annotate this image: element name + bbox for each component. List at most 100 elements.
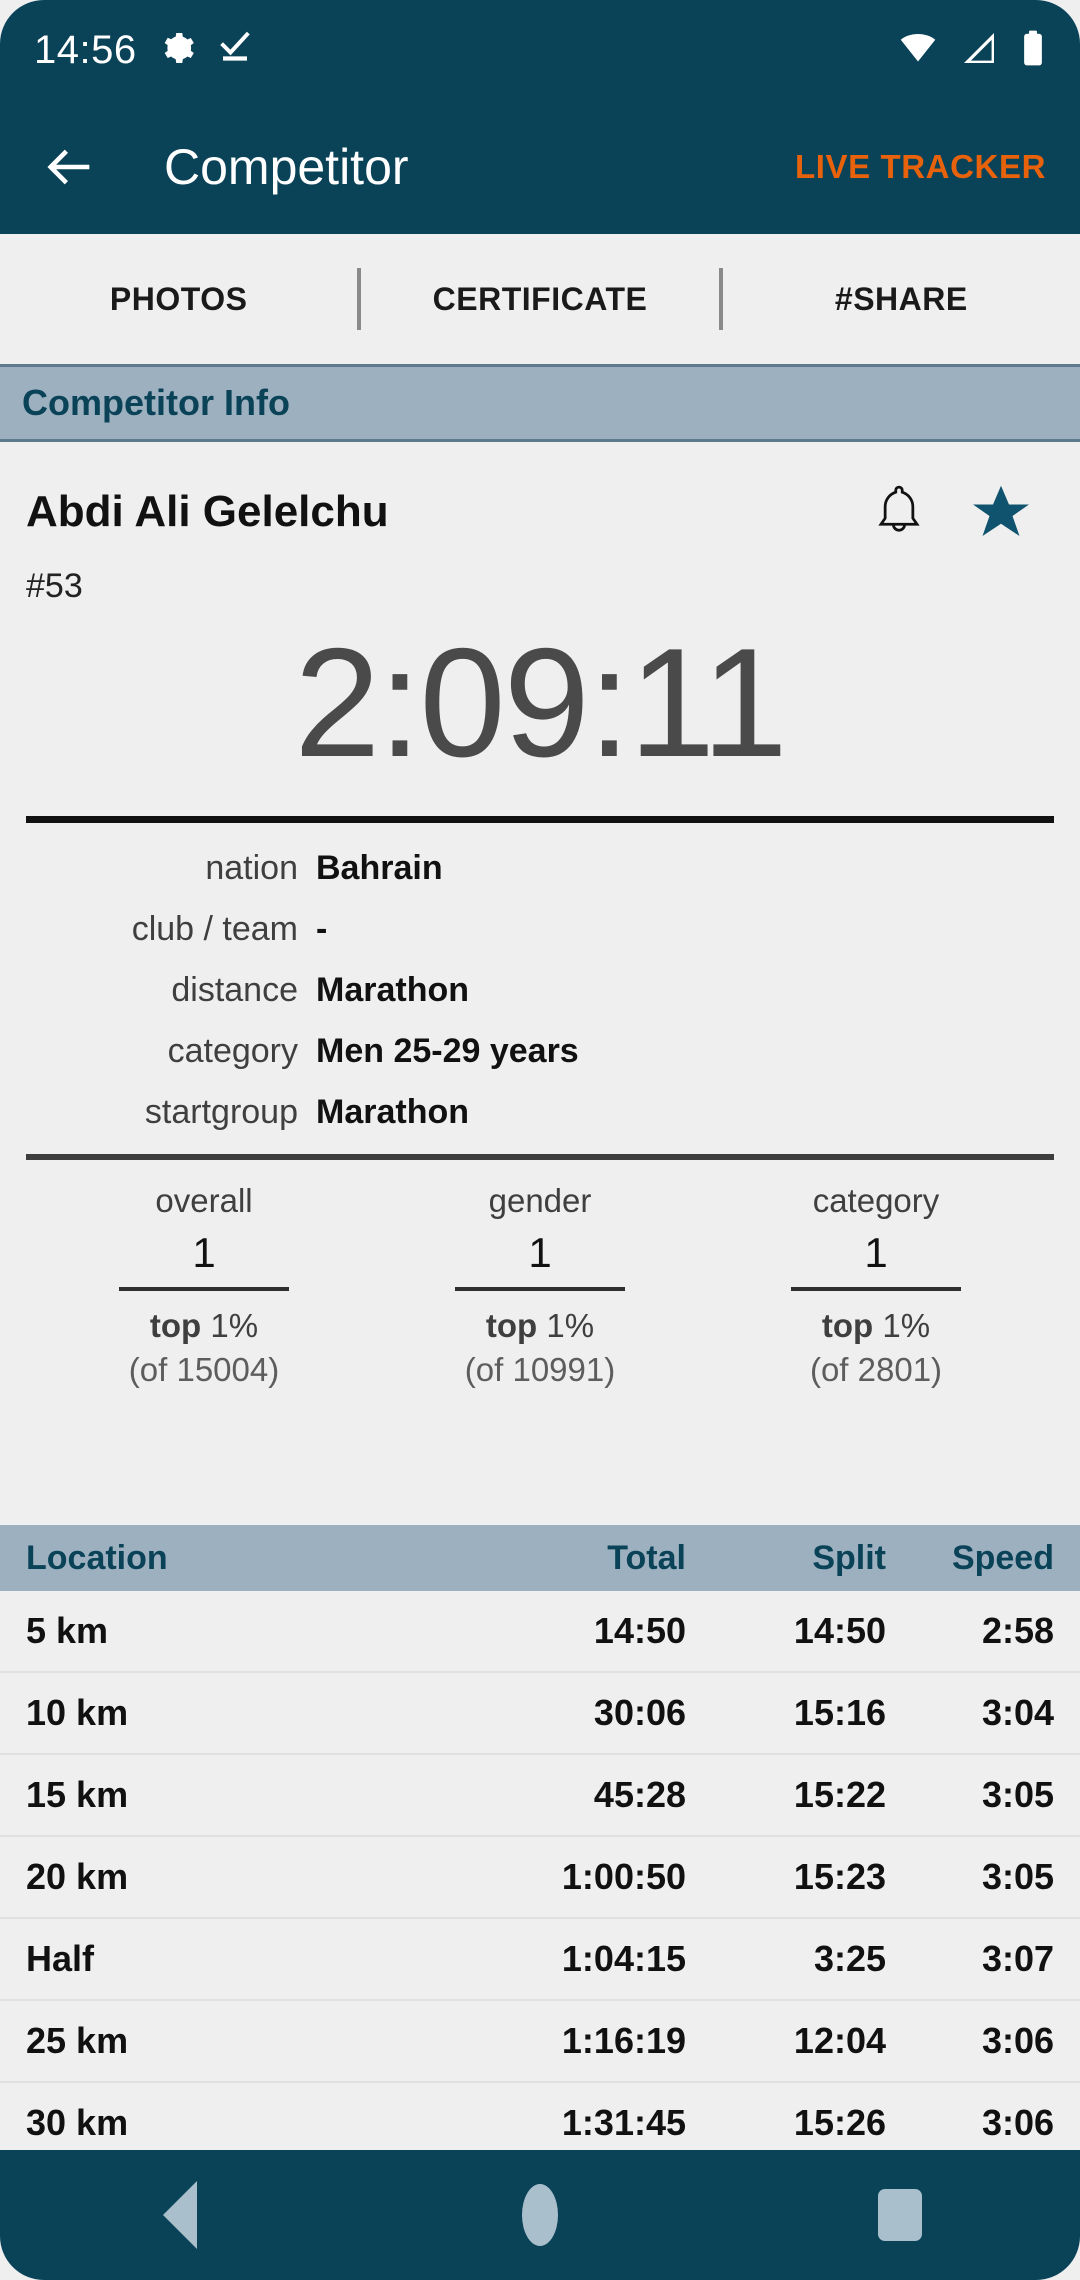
circle-home-icon bbox=[522, 2184, 558, 2246]
cell-location: 30 km bbox=[26, 2102, 129, 2143]
detail-label: club / team bbox=[131, 909, 298, 948]
page-title: Competitor bbox=[164, 139, 409, 195]
detail-value: Marathon bbox=[316, 970, 469, 1009]
gear-icon bbox=[159, 30, 195, 71]
competitor-card: Abdi Ali Gelelchu #53 2:09:11 nation Bah… bbox=[0, 442, 1080, 1389]
competitor-info-header: Competitor Info bbox=[0, 364, 1080, 442]
cell-total: 1:00:50 bbox=[561, 1856, 686, 1897]
detail-value: - bbox=[316, 909, 328, 948]
ranking-top-percent: top 1% bbox=[708, 1307, 1044, 1345]
cell-speed: 3:05 bbox=[981, 1856, 1054, 1897]
ranking-category: category 1 top 1% (of 2801) bbox=[708, 1182, 1044, 1389]
detail-row: club / team - bbox=[26, 910, 1054, 949]
tab-certificate[interactable]: CERTIFICATE bbox=[361, 234, 718, 364]
star-icon[interactable] bbox=[970, 482, 1032, 542]
cell-location: 5 km bbox=[26, 1610, 109, 1651]
nav-back-button[interactable] bbox=[120, 2150, 240, 2280]
column-header-total: Total bbox=[607, 1538, 686, 1577]
tab-bar: PHOTOS CERTIFICATE #SHARE bbox=[0, 234, 1080, 364]
bib-number: #53 bbox=[26, 567, 83, 605]
cell-speed: 3:06 bbox=[981, 2020, 1054, 2061]
ranking-label: overall bbox=[155, 1181, 253, 1219]
cell-location: 10 km bbox=[26, 1692, 129, 1733]
triangle-back-icon bbox=[163, 2181, 197, 2249]
status-bar-right bbox=[898, 29, 1046, 72]
ranking-divider bbox=[455, 1286, 625, 1291]
table-row[interactable]: 15 km 45:28 15:22 3:05 bbox=[0, 1755, 1080, 1837]
ranking-top-value: 1% bbox=[546, 1306, 595, 1344]
detail-row: startgroup Marathon bbox=[26, 1093, 1054, 1132]
ranking-top-percent: top 1% bbox=[36, 1307, 372, 1345]
checkmark-underline-icon bbox=[217, 30, 253, 71]
cell-split: 15:16 bbox=[793, 1692, 886, 1733]
nav-recents-button[interactable] bbox=[840, 2150, 960, 2280]
status-bar: 14:56 bbox=[0, 0, 1080, 100]
back-arrow-icon bbox=[47, 149, 90, 185]
cell-location: Half bbox=[26, 1938, 95, 1979]
cell-total: 14:50 bbox=[593, 1610, 686, 1651]
cell-location: 15 km bbox=[26, 1774, 129, 1815]
tab-share[interactable]: #SHARE bbox=[723, 234, 1080, 364]
nav-home-button[interactable] bbox=[480, 2150, 600, 2280]
detail-label: startgroup bbox=[144, 1092, 298, 1131]
ranking-top-value: 1% bbox=[210, 1306, 259, 1344]
detail-row: category Men 25-29 years bbox=[26, 1032, 1054, 1071]
phone-screen: 14:56 Competitor LIVE TRACKER PHOTOS CER… bbox=[0, 0, 1080, 2280]
ranking-place: 1 bbox=[192, 1228, 216, 1276]
competitor-name: Abdi Ali Gelelchu bbox=[26, 487, 389, 536]
detail-value: Marathon bbox=[316, 1092, 469, 1131]
cell-total: 30:06 bbox=[593, 1692, 686, 1733]
cell-speed: 3:06 bbox=[981, 2102, 1054, 2143]
cell-split: 15:23 bbox=[793, 1856, 886, 1897]
divider-bottom bbox=[26, 1153, 1054, 1160]
ranking-total: (of 10991) bbox=[464, 1350, 616, 1388]
cell-location: 20 km bbox=[26, 1856, 129, 1897]
ranking-divider bbox=[791, 1286, 961, 1291]
cell-speed: 3:04 bbox=[981, 1692, 1054, 1733]
back-button[interactable] bbox=[34, 131, 106, 203]
cell-split: 12:04 bbox=[793, 2020, 886, 2061]
detail-label: nation bbox=[205, 848, 298, 887]
cell-total: 45:28 bbox=[593, 1774, 686, 1815]
cell-speed: 3:05 bbox=[981, 1774, 1054, 1815]
detail-value: Bahrain bbox=[316, 848, 443, 887]
column-header-location: Location bbox=[26, 1538, 168, 1577]
table-row[interactable]: 10 km 30:06 15:16 3:04 bbox=[0, 1673, 1080, 1755]
live-tracker-button[interactable]: LIVE TRACKER bbox=[795, 148, 1046, 186]
cell-speed: 2:58 bbox=[981, 1610, 1054, 1651]
detail-row: nation Bahrain bbox=[26, 849, 1054, 888]
system-nav-bar bbox=[0, 2150, 1080, 2280]
table-row[interactable]: Half 1:04:15 3:25 3:07 bbox=[0, 1919, 1080, 2001]
competitor-name-row: Abdi Ali Gelelchu bbox=[26, 482, 1054, 542]
column-header-speed: Speed bbox=[951, 1538, 1054, 1577]
table-row[interactable]: 25 km 1:16:19 12:04 3:06 bbox=[0, 2001, 1080, 2083]
cell-split: 14:50 bbox=[793, 1610, 886, 1651]
cell-total: 1:16:19 bbox=[561, 2020, 686, 2061]
detail-row: distance Marathon bbox=[26, 971, 1054, 1010]
detail-label: distance bbox=[171, 970, 298, 1009]
competitor-details: nation Bahrain club / team - distance Ma… bbox=[26, 849, 1054, 1132]
ranking-top-word: top bbox=[485, 1306, 547, 1344]
cell-location: 25 km bbox=[26, 2020, 129, 2061]
ranking-place: 1 bbox=[528, 1228, 552, 1276]
status-clock: 14:56 bbox=[34, 27, 137, 72]
ranking-top-percent: top 1% bbox=[372, 1307, 708, 1345]
detail-value: Men 25-29 years bbox=[316, 1031, 579, 1070]
bell-icon[interactable] bbox=[870, 482, 928, 542]
cell-split: 15:26 bbox=[793, 2102, 886, 2143]
competitor-actions bbox=[870, 482, 1054, 542]
ranking-total: (of 15004) bbox=[128, 1350, 280, 1388]
status-bar-left: 14:56 bbox=[34, 28, 253, 73]
ranking-label: category bbox=[812, 1181, 940, 1219]
wifi-icon bbox=[898, 30, 938, 71]
table-row[interactable]: 20 km 1:00:50 15:23 3:05 bbox=[0, 1837, 1080, 1919]
tab-photos[interactable]: PHOTOS bbox=[0, 234, 357, 364]
battery-icon bbox=[1020, 29, 1046, 72]
ranking-top-word: top bbox=[149, 1306, 211, 1344]
table-row[interactable]: 5 km 14:50 14:50 2:58 bbox=[0, 1591, 1080, 1673]
cell-total: 1:31:45 bbox=[561, 2102, 686, 2143]
cell-split: 3:25 bbox=[813, 1938, 886, 1979]
finish-time: 2:09:11 bbox=[294, 616, 788, 789]
ranking-top-value: 1% bbox=[882, 1306, 931, 1344]
cell-speed: 3:07 bbox=[981, 1938, 1054, 1979]
